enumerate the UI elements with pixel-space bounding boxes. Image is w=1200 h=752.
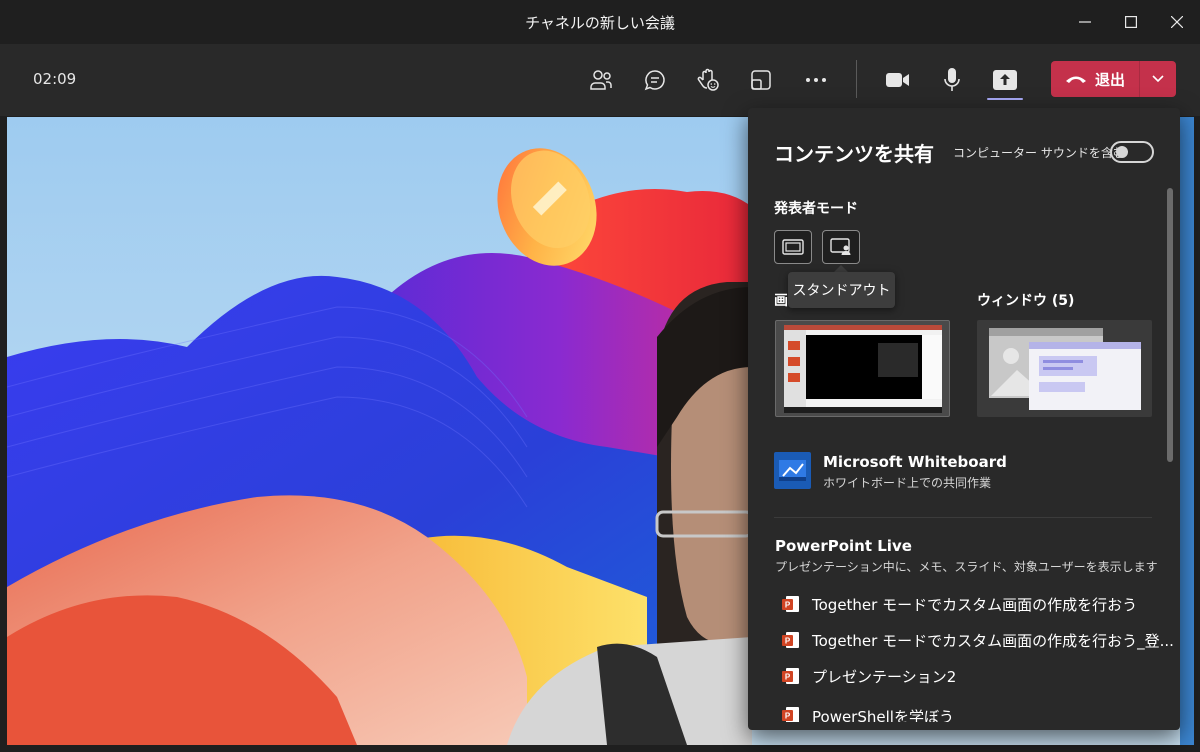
panel-scrollbar[interactable] — [1167, 188, 1173, 462]
toolbar-divider — [856, 60, 857, 98]
maximize-icon — [1125, 16, 1137, 28]
standout-tooltip: スタンドアウト — [788, 272, 895, 308]
minimize-icon — [1079, 21, 1091, 23]
leave-options-button[interactable] — [1140, 61, 1176, 97]
meeting-timer: 02:09 — [33, 70, 77, 88]
ppt-file-name: Together モードでカスタム画面の作成を行おう — [812, 595, 1138, 614]
share-content-panel: コンテンツを共有 コンピューター サウンドを含む 発表者モード スタンドアウト … — [748, 108, 1180, 730]
svg-text:P: P — [785, 637, 791, 646]
powerpoint-live-subtitle: プレゼンテーション中に、メモ、スライド、対象ユーザーを表示します — [775, 560, 1158, 574]
whiteboard-icon[interactable] — [774, 452, 811, 489]
svg-text:P: P — [785, 712, 791, 721]
share-active-indicator — [987, 98, 1023, 100]
powerpoint-file-icon: P — [782, 706, 800, 722]
chat-icon — [644, 70, 665, 91]
ppt-file-name: PowerShellを学ぼう — [812, 708, 954, 722]
close-icon — [1171, 16, 1183, 28]
powerpoint-file-icon: P — [782, 631, 800, 649]
chat-button[interactable] — [638, 63, 672, 97]
raise-hand-button[interactable] — [691, 63, 725, 97]
camera-icon — [886, 73, 909, 87]
svg-text:P: P — [785, 673, 791, 682]
more-button[interactable] — [799, 63, 833, 97]
close-button[interactable] — [1154, 0, 1200, 44]
powerpoint-live-title: PowerPoint Live — [775, 537, 912, 555]
rooms-button[interactable] — [744, 63, 778, 97]
leave-split-button: 退出 — [1051, 61, 1176, 97]
maximize-button[interactable] — [1108, 0, 1154, 44]
content-only-icon — [782, 239, 804, 255]
mic-button[interactable] — [935, 63, 969, 97]
mic-icon — [944, 68, 960, 91]
section-divider — [774, 517, 1152, 518]
ppt-file-name: Together モードでカスタム画面の作成を行おう_登... — [812, 631, 1174, 650]
window-label: ウィンドウ (5) — [977, 293, 1075, 309]
participants-icon — [590, 70, 612, 90]
whiteboard-subtitle: ホワイトボード上での共同作業 — [823, 476, 992, 490]
share-icon — [993, 70, 1017, 90]
ppt-file-item[interactable]: P Together モードでカスタム画面の作成を行おう_登... — [782, 626, 1174, 654]
tooltip-arrow — [834, 265, 848, 272]
more-icon — [806, 78, 826, 82]
window-controls — [1062, 0, 1200, 44]
hang-up-icon — [1065, 76, 1086, 83]
window-thumbnail[interactable] — [977, 320, 1152, 417]
meeting-toolbar: 02:09 退出 — [0, 44, 1200, 116]
screen-thumbnail[interactable] — [775, 320, 950, 417]
computer-sound-label: コンピューター サウンドを含む — [953, 146, 1125, 160]
raise-hand-icon — [697, 68, 719, 91]
powerpoint-file-icon: P — [782, 595, 800, 613]
ppt-file-item[interactable]: P プレゼンテーション2 — [782, 662, 956, 690]
panel-title: コンテンツを共有 — [774, 142, 934, 166]
window-title: チャネルの新しい会議 — [525, 13, 675, 32]
ppt-file-item[interactable]: P PowerShellを学ぼう — [782, 698, 954, 722]
presenter-mode-label: 発表者モード — [774, 201, 858, 217]
content-only-mode-button[interactable] — [774, 230, 812, 264]
camera-button[interactable] — [881, 63, 915, 97]
chevron-down-icon — [1152, 75, 1164, 83]
screen-label: 画 — [774, 293, 788, 309]
participants-button[interactable] — [584, 63, 618, 97]
svg-text:P: P — [785, 601, 791, 610]
ppt-file-name: プレゼンテーション2 — [812, 667, 957, 686]
share-button[interactable] — [988, 63, 1022, 97]
standout-icon — [830, 238, 851, 255]
leave-label: 退出 — [1094, 70, 1125, 89]
rooms-icon — [751, 70, 771, 90]
leave-button[interactable]: 退出 — [1051, 61, 1139, 97]
title-bar: チャネルの新しい会議 — [0, 0, 1200, 44]
whiteboard-title[interactable]: Microsoft Whiteboard — [823, 453, 1007, 471]
standout-mode-button[interactable] — [822, 230, 860, 264]
minimize-button[interactable] — [1062, 0, 1108, 44]
computer-sound-toggle[interactable] — [1110, 141, 1154, 163]
powerpoint-file-icon: P — [782, 667, 800, 685]
ppt-file-item[interactable]: P Together モードでカスタム画面の作成を行おう — [782, 590, 1137, 618]
toggle-knob — [1116, 146, 1128, 158]
